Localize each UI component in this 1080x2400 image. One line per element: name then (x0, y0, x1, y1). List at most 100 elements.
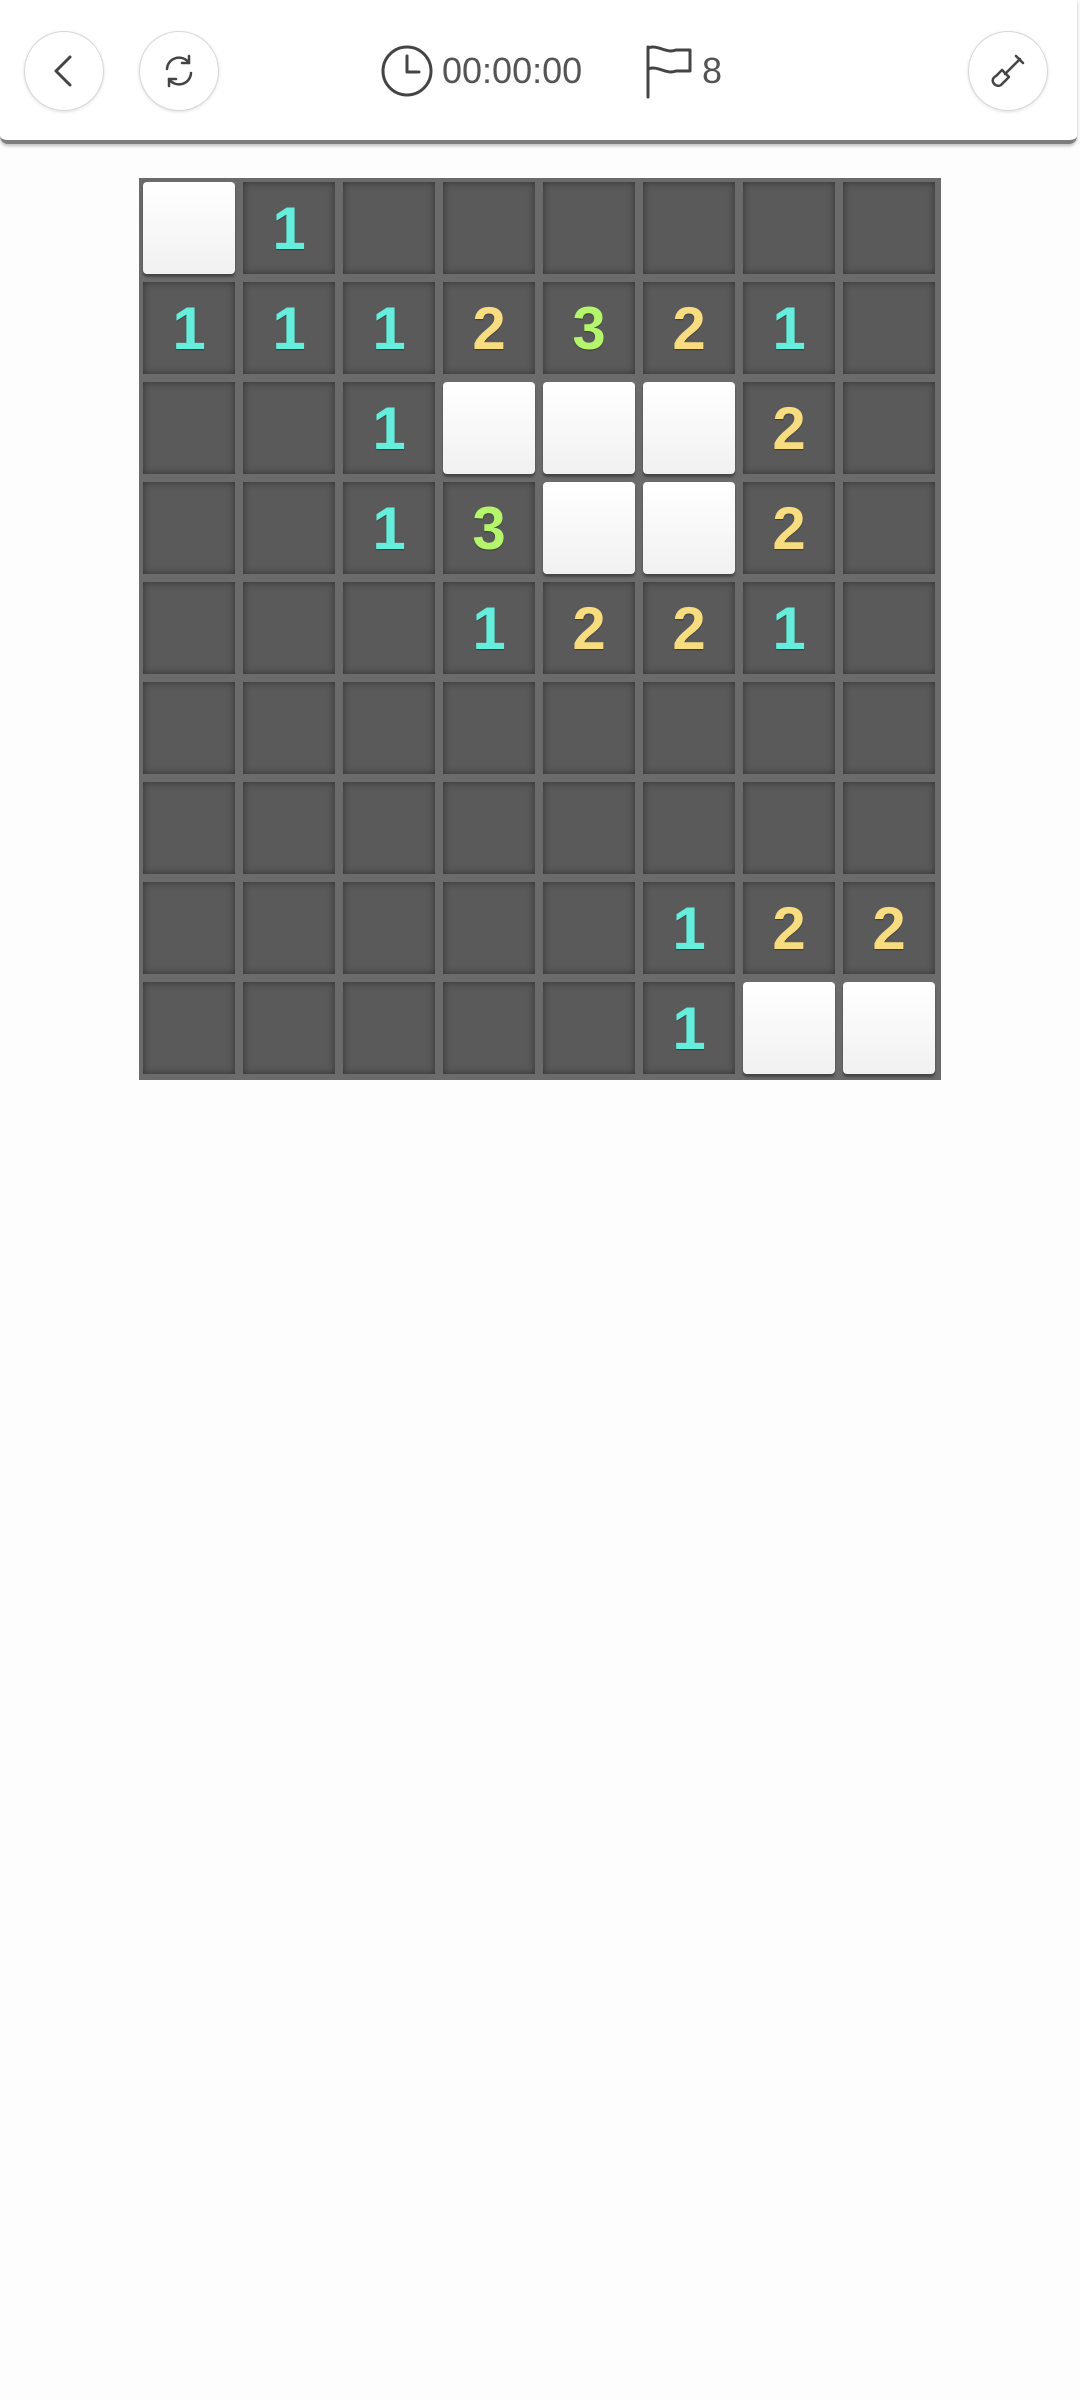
shovel-icon (991, 54, 1025, 88)
hidden-cell[interactable] (543, 482, 635, 574)
cell-number: 1 (772, 594, 806, 662)
cell-number: 2 (772, 894, 806, 962)
empty-cell[interactable] (443, 982, 535, 1074)
empty-cell[interactable] (343, 782, 435, 874)
number-cell[interactable]: 1 (243, 282, 335, 374)
number-cell[interactable]: 1 (443, 582, 535, 674)
cell-number: 3 (572, 294, 606, 362)
cell-number: 1 (372, 394, 406, 462)
empty-cell[interactable] (543, 682, 635, 774)
cell-number: 2 (472, 294, 506, 362)
empty-cell[interactable] (643, 182, 735, 274)
cell-number: 1 (372, 494, 406, 562)
number-cell[interactable]: 1 (743, 582, 835, 674)
number-cell[interactable]: 3 (443, 482, 535, 574)
cell-number: 2 (672, 594, 706, 662)
number-cell[interactable]: 3 (543, 282, 635, 374)
refresh-icon (165, 54, 193, 88)
number-cell[interactable]: 1 (343, 482, 435, 574)
empty-cell[interactable] (143, 382, 235, 474)
number-cell[interactable]: 2 (843, 882, 935, 974)
empty-cell[interactable] (543, 782, 635, 874)
empty-cell[interactable] (443, 782, 535, 874)
empty-cell[interactable] (343, 582, 435, 674)
cell-number: 1 (672, 894, 706, 962)
empty-cell[interactable] (543, 882, 635, 974)
empty-cell[interactable] (843, 182, 935, 274)
empty-cell[interactable] (143, 582, 235, 674)
number-cell[interactable]: 1 (643, 882, 735, 974)
empty-cell[interactable] (143, 482, 235, 574)
empty-cell[interactable] (843, 582, 935, 674)
hidden-cell[interactable] (743, 982, 835, 1074)
cell-number: 2 (772, 394, 806, 462)
timer: 00:00:00 (380, 44, 582, 98)
empty-cell[interactable] (243, 382, 335, 474)
hidden-cell[interactable] (443, 382, 535, 474)
number-cell[interactable]: 2 (743, 882, 835, 974)
cell-number: 1 (772, 294, 806, 362)
empty-cell[interactable] (743, 182, 835, 274)
cell-number: 1 (472, 594, 506, 662)
number-cell[interactable]: 1 (143, 282, 235, 374)
empty-cell[interactable] (743, 682, 835, 774)
empty-cell[interactable] (643, 682, 735, 774)
number-cell[interactable]: 1 (743, 282, 835, 374)
empty-cell[interactable] (543, 982, 635, 1074)
hidden-cell[interactable] (543, 382, 635, 474)
empty-cell[interactable] (543, 182, 635, 274)
empty-cell[interactable] (243, 782, 335, 874)
cell-number: 2 (872, 894, 906, 962)
empty-cell[interactable] (143, 782, 235, 874)
empty-cell[interactable] (843, 482, 935, 574)
empty-cell[interactable] (343, 982, 435, 1074)
restart-button[interactable] (139, 31, 219, 111)
cell-number: 3 (472, 494, 506, 562)
number-cell[interactable]: 1 (343, 382, 435, 474)
flag-icon (646, 45, 692, 99)
hidden-cell[interactable] (643, 482, 735, 574)
hidden-cell[interactable] (643, 382, 735, 474)
empty-cell[interactable] (243, 482, 335, 574)
empty-cell[interactable] (843, 282, 935, 374)
number-cell[interactable]: 2 (743, 482, 835, 574)
empty-cell[interactable] (143, 882, 235, 974)
back-button[interactable] (24, 31, 104, 111)
empty-cell[interactable] (343, 682, 435, 774)
hidden-cell[interactable] (143, 182, 235, 274)
empty-cell[interactable] (243, 882, 335, 974)
empty-cell[interactable] (843, 682, 935, 774)
empty-cell[interactable] (443, 682, 535, 774)
empty-cell[interactable] (443, 882, 535, 974)
empty-cell[interactable] (743, 782, 835, 874)
empty-cell[interactable] (143, 982, 235, 1074)
number-cell[interactable]: 1 (643, 982, 735, 1074)
empty-cell[interactable] (243, 582, 335, 674)
number-cell[interactable]: 2 (643, 282, 735, 374)
game-board: 111123211213212211221 (139, 178, 941, 1080)
empty-cell[interactable] (243, 982, 335, 1074)
number-cell[interactable]: 2 (443, 282, 535, 374)
number-cell[interactable]: 2 (743, 382, 835, 474)
cell-number: 2 (572, 594, 606, 662)
empty-cell[interactable] (843, 782, 935, 874)
number-cell[interactable]: 1 (343, 282, 435, 374)
number-cell[interactable]: 1 (243, 182, 335, 274)
number-cell[interactable]: 2 (543, 582, 635, 674)
hidden-cell[interactable] (843, 982, 935, 1074)
empty-cell[interactable] (643, 782, 735, 874)
clock-icon (381, 45, 433, 97)
empty-cell[interactable] (443, 182, 535, 274)
cell-number: 1 (672, 994, 706, 1062)
empty-cell[interactable] (243, 682, 335, 774)
dig-mode-button[interactable] (968, 31, 1048, 111)
empty-cell[interactable] (143, 682, 235, 774)
empty-cell[interactable] (343, 182, 435, 274)
cell-number: 1 (372, 294, 406, 362)
top-bar: 00:00:00 8 (0, 0, 1077, 144)
flag-count: 8 (702, 50, 723, 91)
empty-cell[interactable] (343, 882, 435, 974)
cell-number: 1 (272, 294, 306, 362)
empty-cell[interactable] (843, 382, 935, 474)
number-cell[interactable]: 2 (643, 582, 735, 674)
